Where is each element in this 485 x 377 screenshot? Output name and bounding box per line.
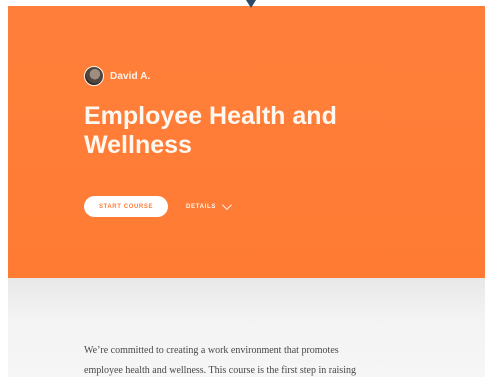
course-description: We’re committed to creating a work envir… xyxy=(84,341,439,377)
course-title-line-1: Employee Health and xyxy=(84,102,337,130)
course-description-section: We’re committed to creating a work envir… xyxy=(8,278,485,377)
details-label: DETAILS xyxy=(186,203,217,210)
author-info: David A. xyxy=(84,66,150,86)
top-indicator-icon xyxy=(246,0,256,8)
course-title-line-2: Wellness xyxy=(84,131,192,159)
description-line-1: We’re committed to creating a work envir… xyxy=(84,345,339,356)
course-title: Employee Health and Wellness xyxy=(84,102,364,160)
course-actions: START COURSE DETAILS xyxy=(84,196,232,217)
avatar xyxy=(84,66,104,86)
details-toggle[interactable]: DETAILS xyxy=(186,200,232,211)
course-page: David A. Employee Health and Wellness ST… xyxy=(8,6,485,377)
chevron-down-icon xyxy=(222,200,232,211)
start-course-button[interactable]: START COURSE xyxy=(84,196,168,217)
description-line-2: employee health and wellness. This cours… xyxy=(84,365,356,376)
course-hero: David A. Employee Health and Wellness ST… xyxy=(8,6,485,278)
author-name: David A. xyxy=(110,70,151,82)
